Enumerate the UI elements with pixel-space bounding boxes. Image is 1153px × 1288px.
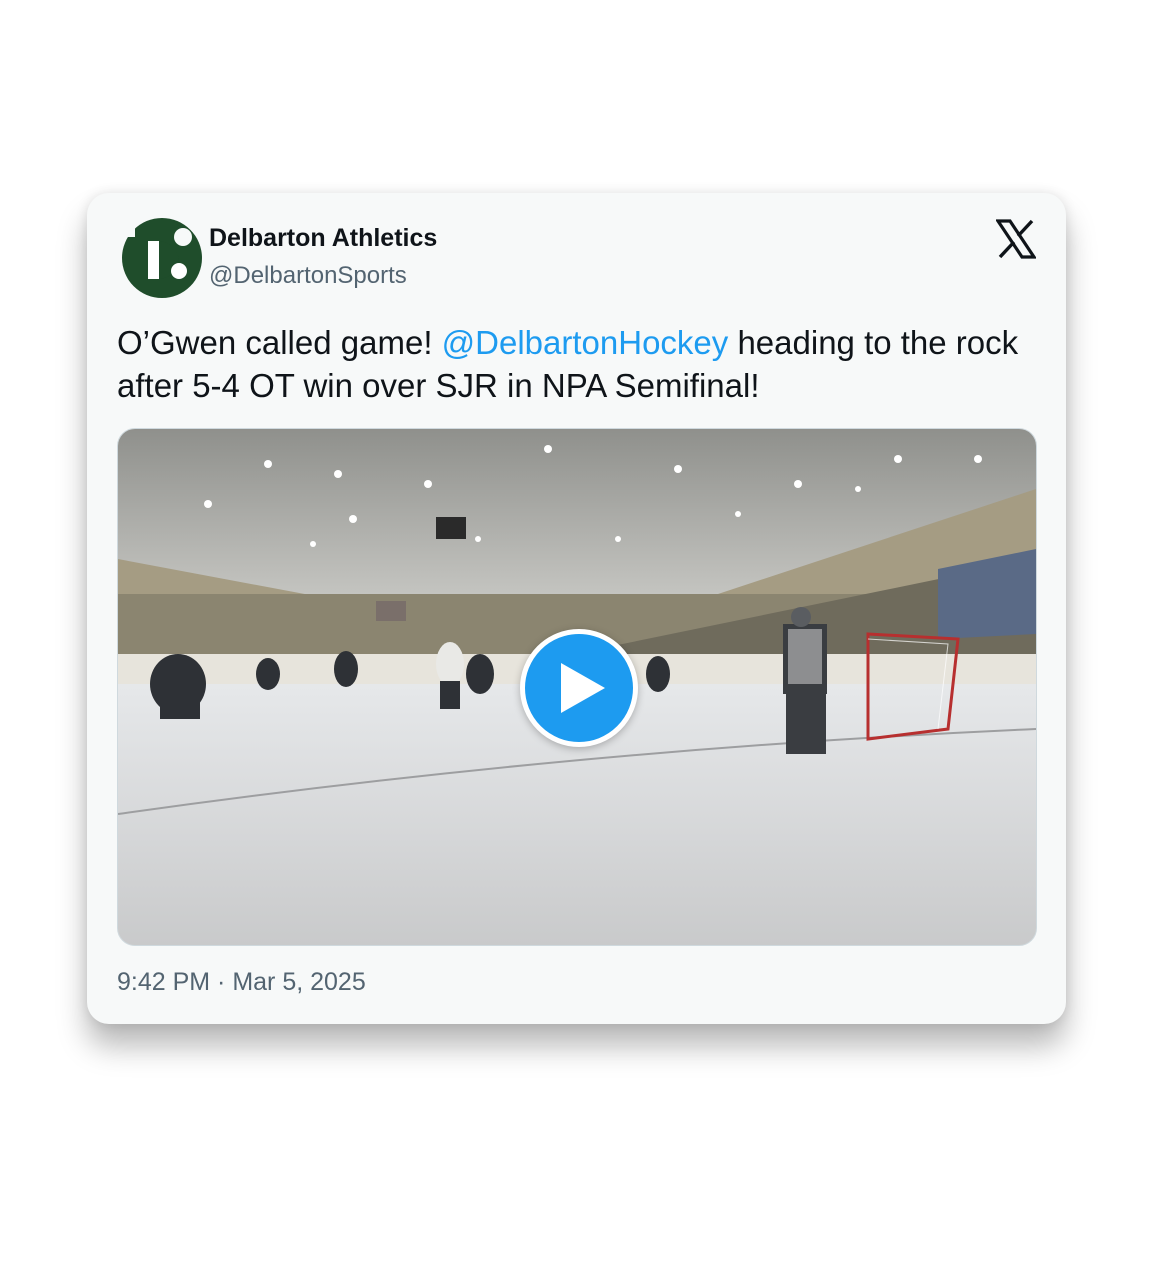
delbarton-logo-icon <box>121 218 202 298</box>
tweet-header: Delbarton Athletics @DelbartonSports <box>121 215 1040 305</box>
page: Delbarton Athletics @DelbartonSports O’G… <box>0 0 1153 1288</box>
mention-link[interactable]: @DelbartonHockey <box>442 324 729 361</box>
play-icon <box>561 663 605 713</box>
tweet-card[interactable]: Delbarton Athletics @DelbartonSports O’G… <box>87 193 1066 1024</box>
author-display-name[interactable]: Delbarton Athletics <box>209 223 437 253</box>
play-button[interactable] <box>520 629 638 747</box>
author-names: Delbarton Athletics @DelbartonSports <box>209 223 437 291</box>
x-logo-icon[interactable] <box>995 219 1037 259</box>
avatar[interactable] <box>121 217 203 299</box>
author-handle[interactable]: @DelbartonSports <box>209 261 437 291</box>
tweet-text: O’Gwen called game! @DelbartonHockey hea… <box>117 321 1037 407</box>
tweet-text-before: O’Gwen called game! <box>117 324 442 361</box>
video-player[interactable] <box>117 428 1037 946</box>
tweet-timestamp[interactable]: 9:42 PM · Mar 5, 2025 <box>117 968 366 997</box>
